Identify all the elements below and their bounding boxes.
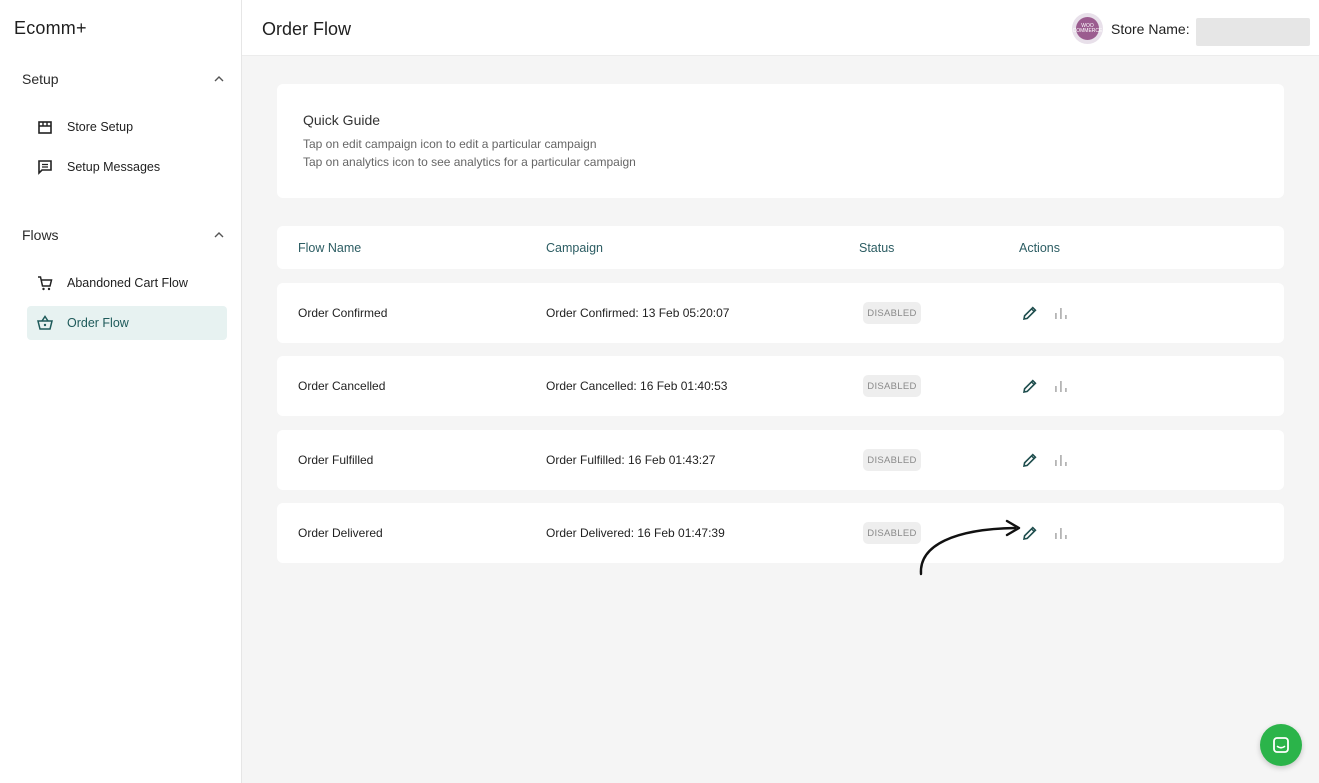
column-header-flow-name: Flow Name bbox=[298, 241, 362, 255]
sidebar-item-setup-messages[interactable]: Setup Messages bbox=[27, 150, 227, 184]
sidebar-item-order-flow[interactable]: Order Flow bbox=[27, 306, 227, 340]
quick-guide-line: Tap on analytics icon to see analytics f… bbox=[303, 155, 636, 169]
quick-guide-title: Quick Guide bbox=[303, 112, 381, 128]
store-name-label: Store Name: bbox=[1111, 21, 1190, 37]
status-badge: DISABLED bbox=[863, 302, 921, 324]
section-label-setup: Setup bbox=[22, 71, 59, 87]
chat-launcher-button[interactable] bbox=[1260, 724, 1302, 766]
sidebar: Ecomm+ Setup Store Setup Setup Messages … bbox=[0, 0, 242, 783]
quick-guide-card: Quick Guide Tap on edit campaign icon to… bbox=[277, 84, 1284, 198]
sidebar-item-store-setup[interactable]: Store Setup bbox=[27, 110, 227, 144]
table-row: Order Delivered Order Delivered: 16 Feb … bbox=[277, 503, 1284, 563]
store-icon bbox=[36, 118, 54, 136]
section-label-flows: Flows bbox=[22, 227, 59, 243]
status-badge: DISABLED bbox=[863, 449, 921, 471]
flow-name-cell: Order Fulfilled bbox=[298, 453, 374, 467]
campaign-cell: Order Cancelled: 16 Feb 01:40:53 bbox=[546, 379, 728, 393]
edit-campaign-icon[interactable] bbox=[1021, 304, 1039, 322]
flow-name-cell: Order Delivered bbox=[298, 526, 383, 540]
analytics-icon[interactable] bbox=[1053, 305, 1069, 321]
top-bar: Order Flow WOO COMMERCE Store Name: bbox=[242, 0, 1319, 56]
woocommerce-logo: WOO COMMERCE bbox=[1073, 17, 1102, 40]
app-root: Ecomm+ Setup Store Setup Setup Messages … bbox=[0, 0, 1319, 783]
flow-name-cell: Order Confirmed bbox=[298, 306, 388, 320]
table-row: Order Fulfilled Order Fulfilled: 16 Feb … bbox=[277, 430, 1284, 490]
analytics-icon[interactable] bbox=[1053, 525, 1069, 541]
section-flows-toggle[interactable]: Flows bbox=[22, 223, 226, 247]
table-row: Order Cancelled Order Cancelled: 16 Feb … bbox=[277, 356, 1284, 416]
section-setup-toggle[interactable]: Setup bbox=[22, 67, 226, 91]
page-title: Order Flow bbox=[262, 19, 352, 39]
message-icon bbox=[36, 158, 54, 176]
sidebar-item-label: Abandoned Cart Flow bbox=[67, 276, 188, 290]
column-header-status: Status bbox=[859, 241, 895, 255]
store-avatar[interactable]: WOO COMMERCE bbox=[1072, 13, 1103, 44]
column-header-campaign: Campaign bbox=[546, 241, 603, 255]
column-header-actions: Actions bbox=[1019, 241, 1060, 255]
brand-logo: Ecomm+ bbox=[14, 18, 87, 38]
annotation-arrow-icon bbox=[919, 519, 1021, 576]
sidebar-item-label: Order Flow bbox=[67, 316, 129, 330]
status-badge: DISABLED bbox=[863, 375, 921, 397]
chevron-up-icon bbox=[214, 76, 224, 82]
campaign-cell: Order Confirmed: 13 Feb 05:20:07 bbox=[546, 306, 730, 320]
campaign-cell: Order Fulfilled: 16 Feb 01:43:27 bbox=[546, 453, 716, 467]
campaign-cell: Order Delivered: 16 Feb 01:47:39 bbox=[546, 526, 725, 540]
analytics-icon[interactable] bbox=[1053, 452, 1069, 468]
sidebar-item-abandoned-cart-flow[interactable]: Abandoned Cart Flow bbox=[27, 266, 227, 300]
table-row: Order Confirmed Order Confirmed: 13 Feb … bbox=[277, 283, 1284, 343]
chat-icon bbox=[1273, 737, 1289, 753]
sidebar-item-label: Store Setup bbox=[67, 120, 134, 134]
table-header: Flow Name Campaign Status Actions bbox=[277, 226, 1284, 269]
edit-campaign-icon[interactable] bbox=[1021, 451, 1039, 469]
flow-name-cell: Order Cancelled bbox=[298, 379, 386, 393]
basket-icon bbox=[36, 314, 54, 332]
store-name-value bbox=[1196, 18, 1310, 46]
quick-guide-line: Tap on edit campaign icon to edit a part… bbox=[303, 137, 597, 151]
cart-icon bbox=[36, 274, 54, 292]
sidebar-item-label: Setup Messages bbox=[67, 160, 161, 174]
status-badge: DISABLED bbox=[863, 522, 921, 544]
edit-campaign-icon[interactable] bbox=[1021, 377, 1039, 395]
chevron-up-icon bbox=[214, 232, 224, 238]
analytics-icon[interactable] bbox=[1053, 378, 1069, 394]
